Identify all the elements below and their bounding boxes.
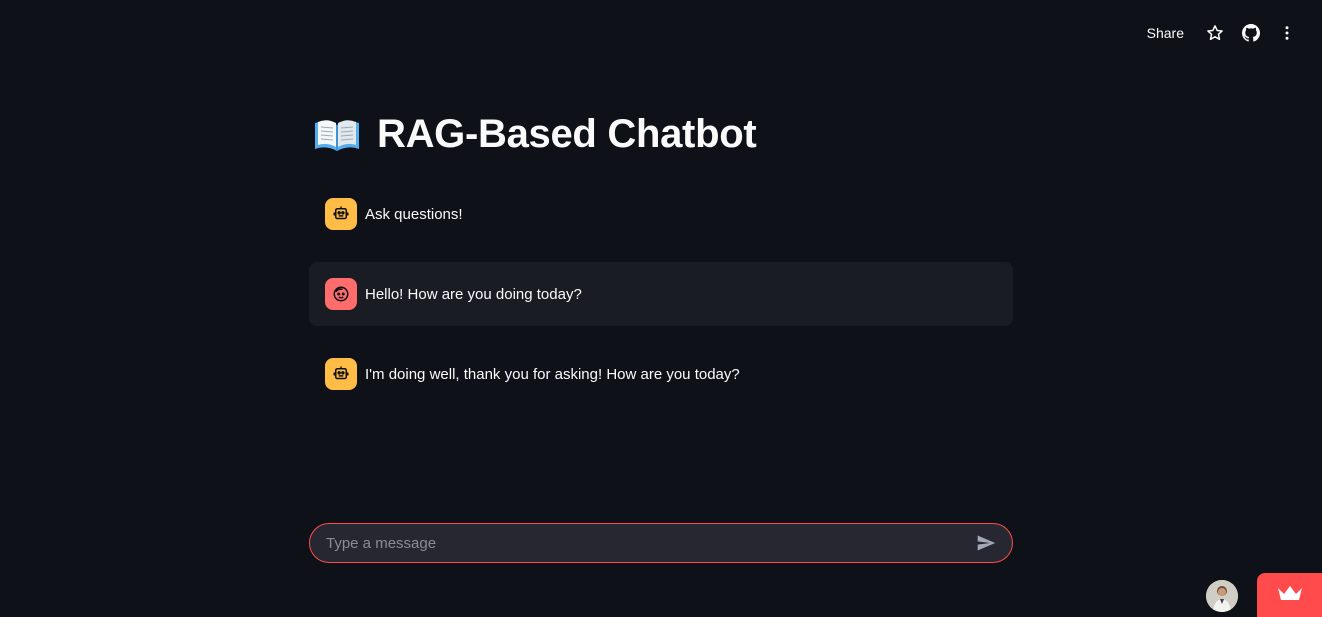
crown-icon xyxy=(1277,585,1303,606)
open-book-icon xyxy=(313,113,361,157)
robot-icon xyxy=(325,358,357,390)
more-vertical-icon[interactable] xyxy=(1276,22,1298,44)
message-text: Hello! How are you doing today? xyxy=(365,285,582,303)
share-button[interactable]: Share xyxy=(1141,21,1190,45)
top-toolbar: Share xyxy=(1141,18,1298,48)
chat-message-assistant: I'm doing well, thank you for asking! Ho… xyxy=(309,342,1013,406)
page-title-text: RAG-Based Chatbot xyxy=(377,112,757,156)
app-page: Share RAG-Based Chatbot Ask questions! H… xyxy=(0,0,1322,617)
chat-message-user: Hello! How are you doing today? xyxy=(309,262,1013,326)
page-title: RAG-Based Chatbot xyxy=(313,112,757,157)
send-icon[interactable] xyxy=(974,531,998,555)
message-text: I'm doing well, thank you for asking! Ho… xyxy=(365,365,740,383)
chat-message-assistant: Ask questions! xyxy=(309,182,1013,246)
manage-app-button[interactable] xyxy=(1257,573,1322,617)
message-text: Ask questions! xyxy=(365,205,463,223)
smiley-face-icon xyxy=(325,278,357,310)
chat-input[interactable] xyxy=(326,534,974,552)
avatar[interactable] xyxy=(1206,580,1238,612)
chat-input-container xyxy=(309,523,1013,563)
github-icon[interactable] xyxy=(1240,22,1262,44)
star-icon[interactable] xyxy=(1204,22,1226,44)
robot-icon xyxy=(325,198,357,230)
